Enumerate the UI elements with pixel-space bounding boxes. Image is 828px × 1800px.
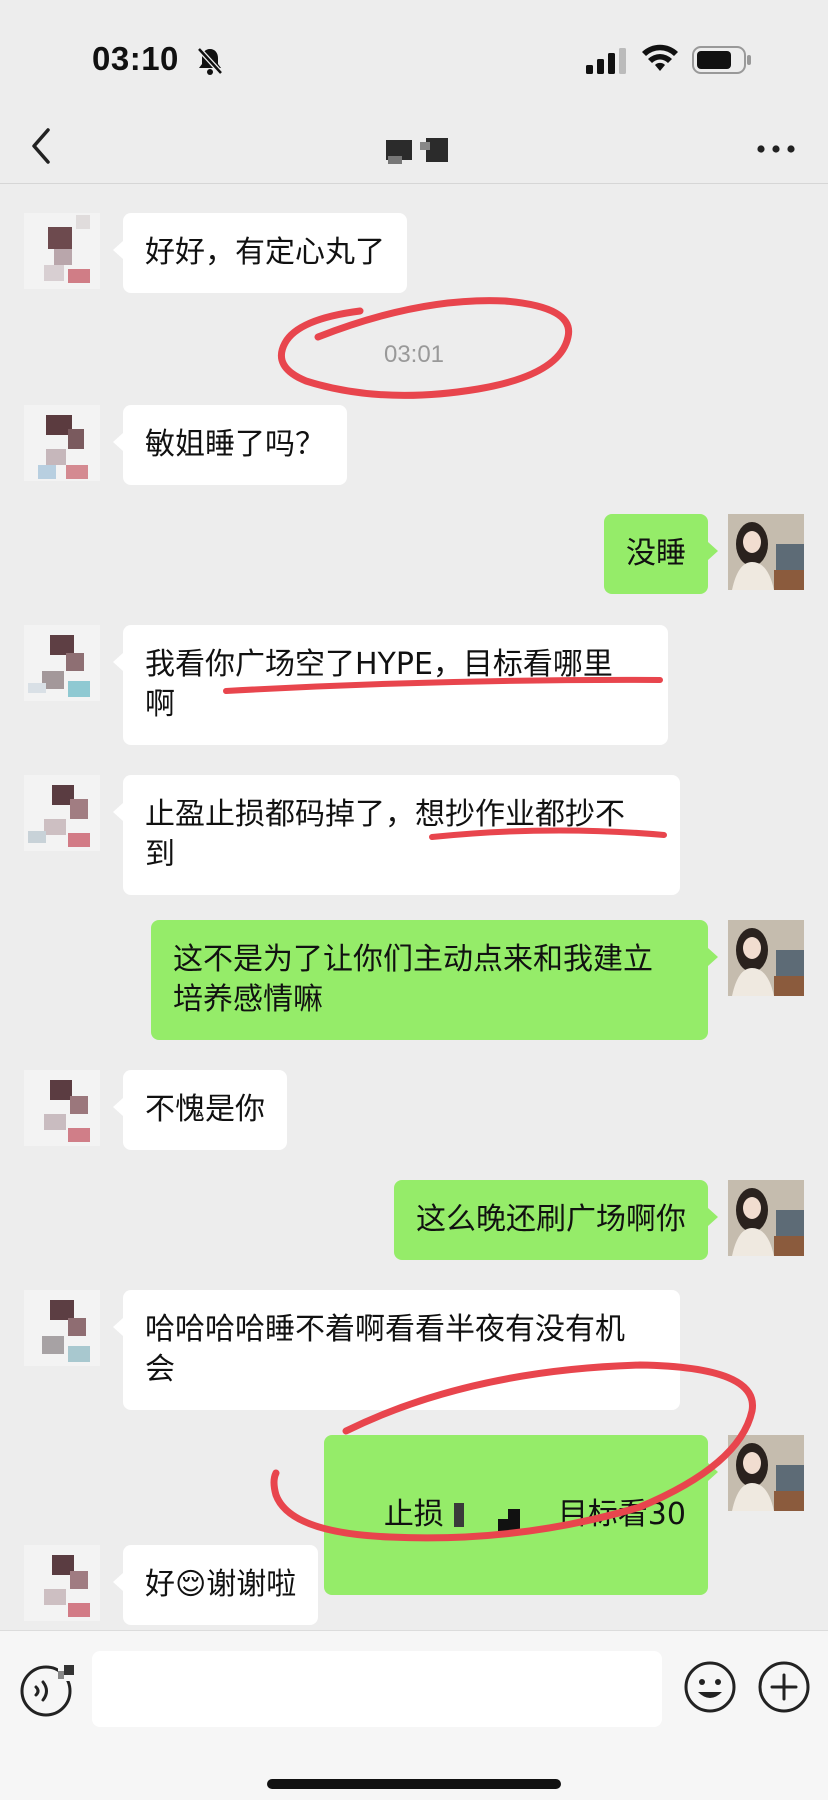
message-bubble[interactable]: 好好，有定心丸了 <box>113 213 407 293</box>
self-avatar[interactable] <box>728 1180 804 1256</box>
home-indicator <box>267 1779 561 1789</box>
contact-name-redacted <box>386 136 452 166</box>
back-icon[interactable] <box>26 124 56 172</box>
message-bubble-self[interactable]: 没睡 <box>604 514 718 594</box>
message-bubble[interactable]: 敏姐睡了吗？ <box>113 405 347 485</box>
battery-icon <box>692 46 752 78</box>
message-bubble-self[interactable]: 这不是为了让你们主动点来和我建立 培养感情嘛 <box>151 920 718 1040</box>
self-avatar[interactable] <box>728 920 804 996</box>
message-input[interactable] <box>92 1651 662 1727</box>
message-bubble[interactable]: 我看你广场空了HYPE，目标看哪里 啊 <box>113 625 668 745</box>
avatar[interactable] <box>24 405 100 481</box>
message-bubble[interactable]: 好😌谢谢啦 <box>112 1545 319 1625</box>
self-avatar[interactable] <box>728 514 804 590</box>
message-bubble[interactable]: 止盈止损都码掉了，想抄作业都抄不 到 <box>113 775 680 895</box>
message-text-before: 止损 <box>383 1497 444 1532</box>
redaction-mask <box>452 1499 550 1533</box>
red-annotation-overlay <box>223 297 756 1542</box>
bell-slash-icon <box>196 46 224 80</box>
input-bar <box>0 1630 828 1800</box>
avatar[interactable] <box>24 1545 100 1621</box>
avatar[interactable] <box>24 775 100 851</box>
message-timestamp: 03:01 <box>383 341 445 368</box>
message-bubble[interactable]: 哈哈哈哈睡不着啊看看半夜有没有机 会 <box>113 1290 680 1410</box>
avatar[interactable] <box>24 625 100 701</box>
avatar[interactable] <box>24 1070 100 1146</box>
message-text-after: 目标看30 <box>557 1497 686 1532</box>
voice-icon[interactable] <box>18 1661 78 1721</box>
message-bubble-self[interactable]: 这么晚还刷广场啊你 <box>394 1180 718 1260</box>
emoji-icon[interactable] <box>683 1660 737 1718</box>
self-avatar[interactable] <box>728 1435 804 1511</box>
status-bar: 03:10 <box>0 0 828 110</box>
message-bubble[interactable]: 不愧是你 <box>113 1070 287 1150</box>
signal-icon <box>586 48 628 78</box>
chat-header <box>0 110 828 184</box>
message-bubble-self[interactable]: 止损 目标看30 <box>323 1435 719 1595</box>
status-time: 03:10 <box>92 40 179 77</box>
wifi-icon <box>641 44 679 78</box>
chat-area[interactable]: 好好，有定心丸了 03:01 敏姐睡了吗？ 没睡 我看你广场空了HYPE，目标看… <box>0 185 828 1630</box>
plus-icon[interactable] <box>757 1660 811 1718</box>
avatar[interactable] <box>24 213 100 289</box>
more-icon[interactable] <box>756 140 796 159</box>
avatar[interactable] <box>24 1290 100 1366</box>
